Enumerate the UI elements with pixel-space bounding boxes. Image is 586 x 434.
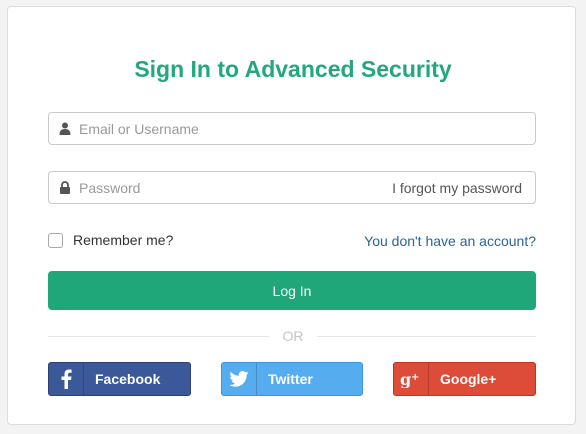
user-icon xyxy=(59,122,71,135)
signup-link[interactable]: You don't have an account? xyxy=(364,233,536,249)
divider-line-right xyxy=(317,336,536,337)
facebook-login-button[interactable]: Facebook xyxy=(48,362,191,396)
remember-me-checkbox[interactable] xyxy=(48,232,63,248)
twitter-icon xyxy=(222,363,257,395)
facebook-icon xyxy=(49,363,84,395)
google-plus-login-button[interactable]: g + Google+ xyxy=(393,362,536,396)
remember-me-label: Remember me? xyxy=(73,232,174,248)
password-input[interactable] xyxy=(79,172,379,203)
lock-icon xyxy=(59,181,71,194)
svg-text:+: + xyxy=(411,372,419,383)
forgot-password-link[interactable]: I forgot my password xyxy=(392,180,522,196)
google-plus-label: Google+ xyxy=(440,371,497,387)
username-field[interactable] xyxy=(48,112,536,145)
page-title: Sign In to Advanced Security xyxy=(134,56,452,82)
username-input[interactable] xyxy=(79,113,379,144)
divider-line-left xyxy=(48,336,269,337)
google-plus-icon: g + xyxy=(394,363,429,395)
twitter-login-button[interactable]: Twitter xyxy=(221,362,363,396)
password-field[interactable]: I forgot my password xyxy=(48,171,536,204)
divider-or-label: OR xyxy=(282,328,304,344)
svg-text:g: g xyxy=(400,370,411,388)
twitter-label: Twitter xyxy=(268,371,313,387)
remember-me[interactable]: Remember me? xyxy=(48,231,173,249)
facebook-label: Facebook xyxy=(95,371,161,387)
login-button[interactable]: Log In xyxy=(48,271,536,310)
